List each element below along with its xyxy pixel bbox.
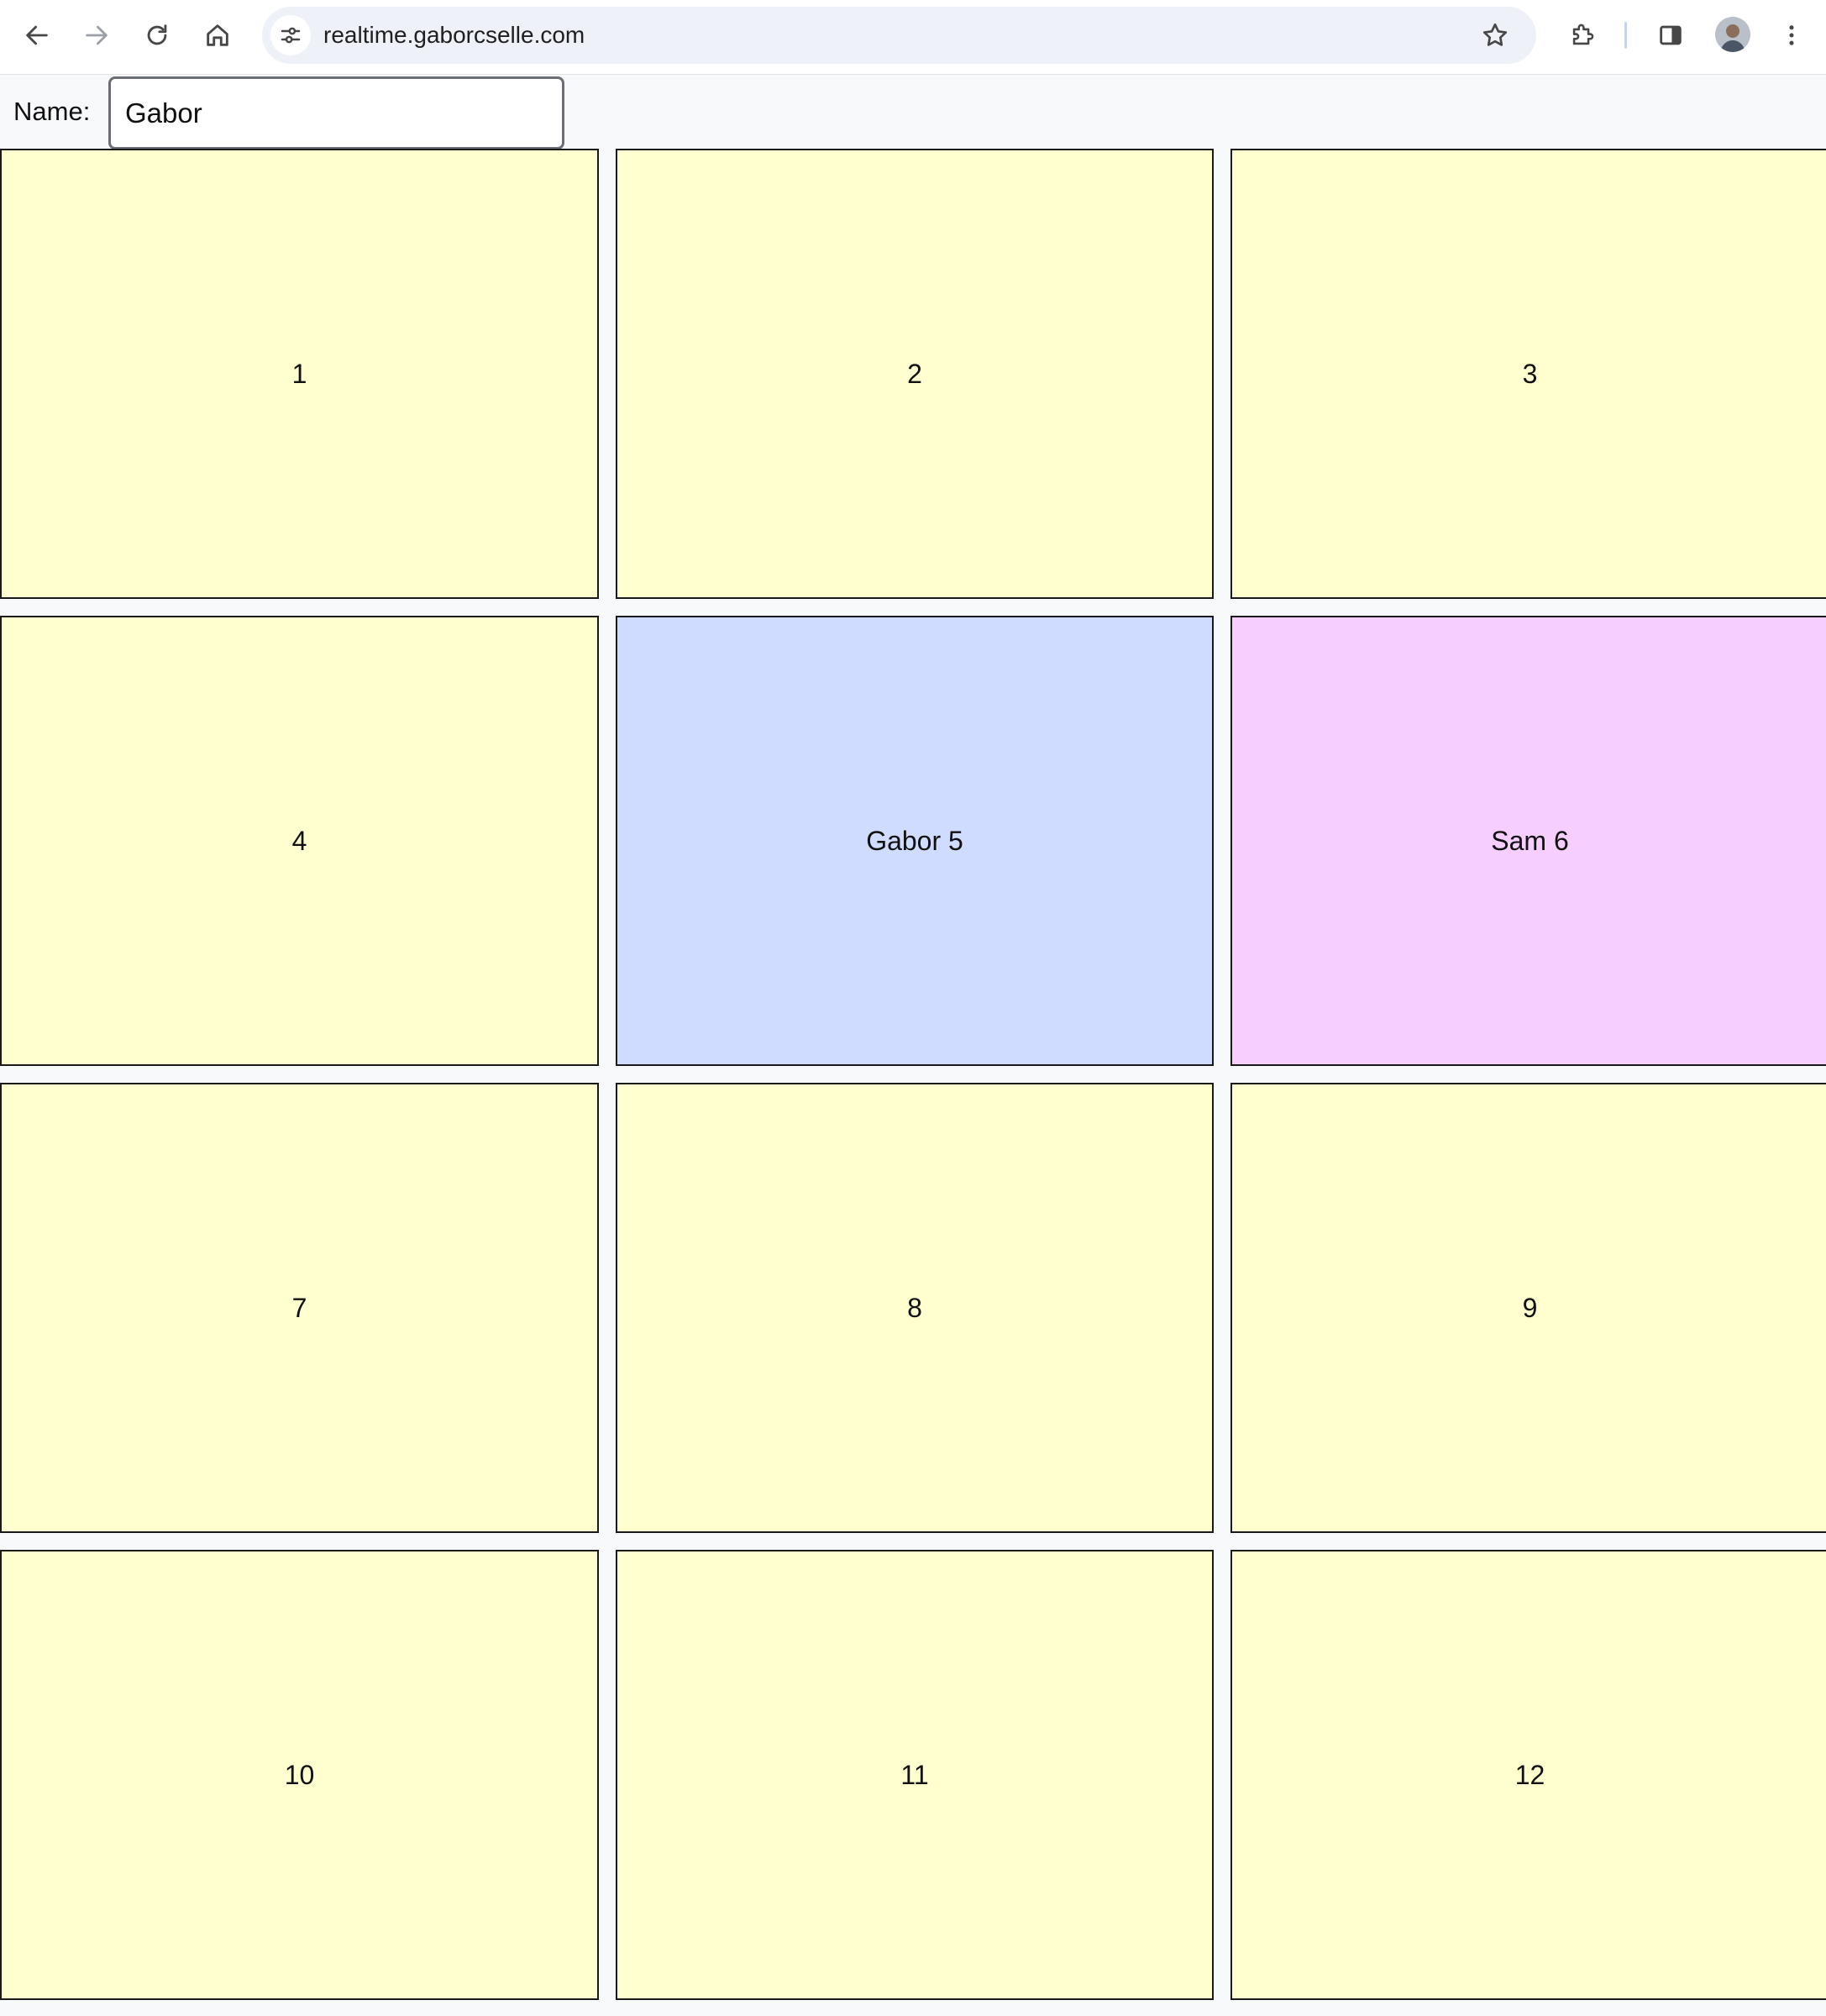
arrow-right-icon: [86, 25, 108, 45]
forward-button[interactable]: [72, 11, 121, 60]
home-icon: [207, 24, 228, 46]
address-bar[interactable]: realtime.gaborcselle.com: [262, 7, 1536, 64]
star-icon: [1482, 23, 1508, 46]
extensions-button[interactable]: [1558, 11, 1607, 60]
page-content: Name: 1 2 3 4 Gabor 5 Sam 6 7 8 9 10 11 …: [0, 75, 1826, 2016]
side-panel-icon: [1660, 25, 1682, 45]
home-button[interactable]: [193, 11, 242, 60]
site-info-button[interactable]: [270, 15, 311, 55]
back-button[interactable]: [13, 11, 61, 60]
cell-grid: 1 2 3 4 Gabor 5 Sam 6 7 8 9 10 11 12: [0, 149, 1826, 2000]
side-panel-button[interactable]: [1646, 11, 1695, 60]
name-row: Name:: [0, 75, 1826, 150]
grid-cell[interactable]: 9: [1230, 1083, 1826, 1533]
bookmark-button[interactable]: [1477, 18, 1513, 53]
grid-cell[interactable]: 3: [1230, 149, 1826, 599]
avatar[interactable]: [1715, 17, 1750, 52]
reload-icon: [147, 24, 167, 45]
grid-cell[interactable]: 4: [0, 616, 599, 1066]
menu-button[interactable]: [1767, 11, 1816, 60]
grid-cell[interactable]: 8: [616, 1083, 1214, 1533]
puzzle-icon: [1572, 24, 1594, 45]
reload-button[interactable]: [133, 11, 181, 60]
grid-cell[interactable]: 10: [0, 1550, 599, 2000]
grid-cell[interactable]: 12: [1230, 1550, 1826, 2000]
arrow-left-icon: [26, 25, 48, 45]
grid-cell[interactable]: 1: [0, 149, 599, 599]
url-text[interactable]: realtime.gaborcselle.com: [323, 7, 585, 64]
name-input[interactable]: [108, 76, 564, 150]
grid-cell[interactable]: 2: [616, 149, 1214, 599]
grid-cell[interactable]: 11: [616, 1550, 1214, 2000]
grid-cell[interactable]: 7: [0, 1083, 599, 1533]
grid-cell[interactable]: Gabor 5: [616, 616, 1214, 1066]
toolbar-divider: [1624, 22, 1627, 49]
browser-toolbar: realtime.gaborcselle.com: [0, 0, 1826, 75]
profile-icon: [1715, 17, 1750, 52]
kebab-menu-icon: [1789, 25, 1794, 45]
tune-icon: [281, 27, 301, 44]
name-label: Name:: [13, 97, 91, 126]
grid-cell[interactable]: Sam 6: [1230, 616, 1826, 1066]
